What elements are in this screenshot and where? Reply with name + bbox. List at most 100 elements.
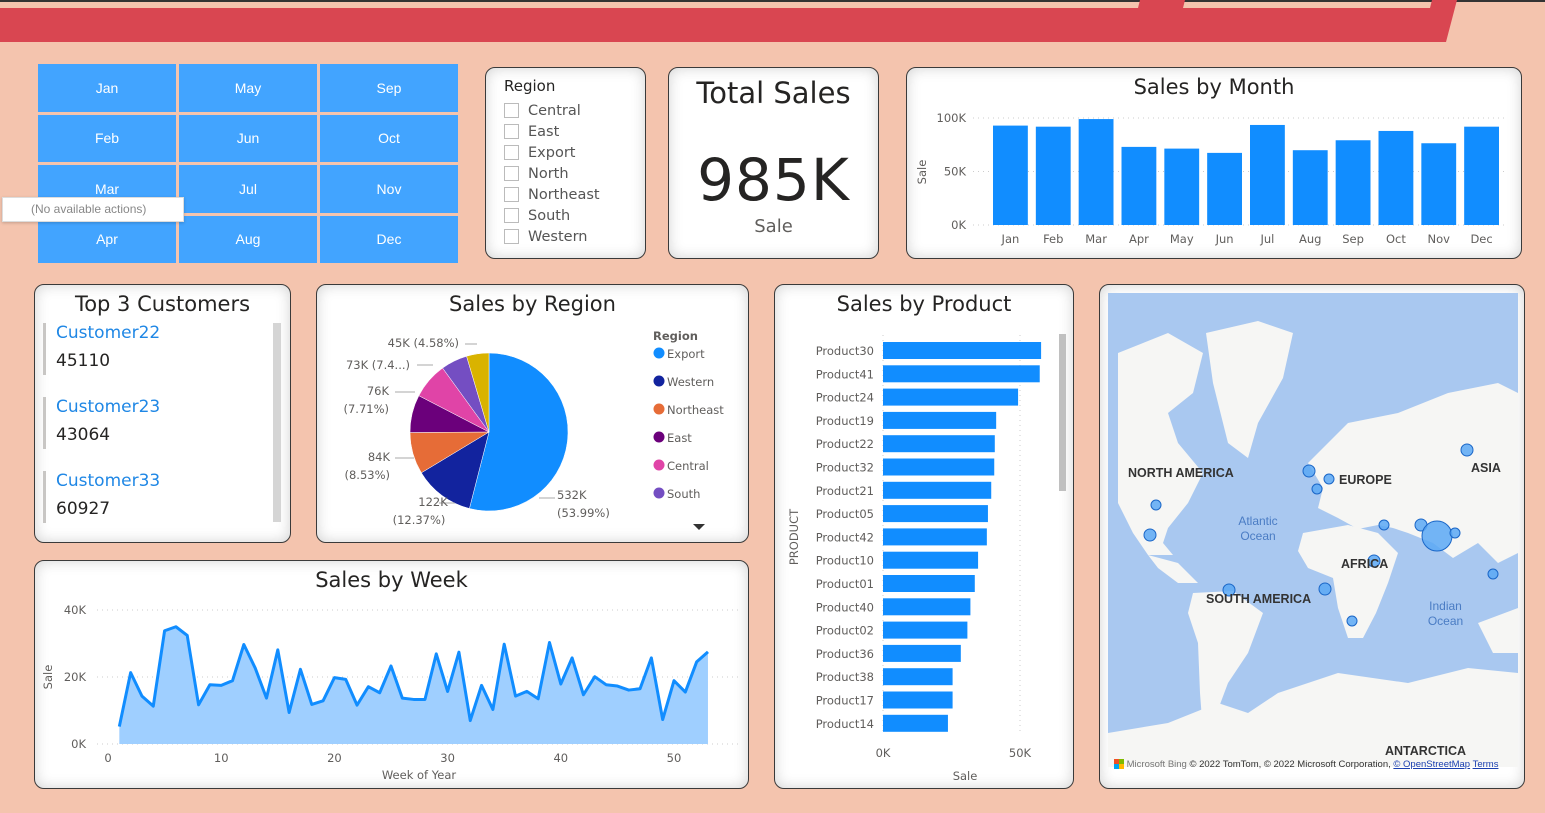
map-bubble xyxy=(1302,464,1316,478)
world-map[interactable]: NORTH AMERICA EUROPE ASIA AFRICA SOUTH A… xyxy=(1108,293,1518,770)
x-tick-label: 0 xyxy=(104,751,111,765)
bar-product22 xyxy=(883,435,995,453)
bar-product38 xyxy=(883,668,953,686)
x-tick-label: May xyxy=(1170,232,1194,246)
legend-marker-export xyxy=(653,347,665,359)
region-option-north[interactable]: North xyxy=(504,163,600,184)
region-option-label: Central xyxy=(528,102,581,119)
sales-by-week-card: Sales by Week 0K 20K 40K 0 10 20 30 40 50 Week of… xyxy=(34,560,749,789)
legend-scroll-down-icon xyxy=(693,524,705,530)
scrollbar[interactable] xyxy=(273,323,281,522)
checkbox[interactable] xyxy=(504,208,519,223)
region-option-northeast[interactable]: Northeast xyxy=(504,184,600,205)
x-tick-label: Sep xyxy=(1342,232,1364,246)
bar-mar xyxy=(1078,119,1114,225)
month-button-feb[interactable]: Feb xyxy=(38,114,176,162)
central-america-land xyxy=(1148,555,1198,583)
header-banner xyxy=(0,0,1457,42)
bar-product40 xyxy=(883,598,971,616)
y-tick-label: Product21 xyxy=(816,484,874,498)
month-button-sep[interactable]: Sep xyxy=(320,64,458,112)
y-tick-label: Product30 xyxy=(816,344,874,358)
map-bubble xyxy=(1378,519,1390,531)
data-label: (53.99%) xyxy=(557,506,610,520)
greenland xyxy=(1206,321,1293,458)
customer-name[interactable]: Customer33 xyxy=(56,471,160,499)
region-option-south[interactable]: South xyxy=(504,205,600,226)
month-button-apr[interactable]: Apr xyxy=(38,215,176,263)
y-tick-label: Product01 xyxy=(816,577,874,591)
y-tick-label: Product14 xyxy=(816,717,874,731)
month-button-dec[interactable]: Dec xyxy=(320,215,458,263)
region-option-label: East xyxy=(528,123,560,140)
data-label: (8.53%) xyxy=(344,468,390,482)
month-button-nov[interactable]: Nov xyxy=(320,165,458,213)
x-tick-label: 40 xyxy=(553,751,568,765)
map-bubble xyxy=(1143,528,1157,542)
map-label-indian: Indian Ocean xyxy=(1427,599,1464,628)
bar-sep xyxy=(1335,140,1371,225)
map-label-africa: AFRICA xyxy=(1341,557,1389,571)
y-tick-label: Product36 xyxy=(816,647,874,661)
sales-by-week-chart: 0K 20K 40K 0 10 20 30 40 50 Week of Year Sale xyxy=(41,603,740,782)
y-tick-label: Product19 xyxy=(816,414,874,428)
checkbox[interactable] xyxy=(504,229,519,244)
bar-oct xyxy=(1378,130,1414,225)
region-option-label: Western xyxy=(528,228,588,245)
checkbox[interactable] xyxy=(504,145,519,160)
x-tick-label: Dec xyxy=(1470,232,1492,246)
legend-item-east: East xyxy=(667,431,692,445)
month-button-may[interactable]: May xyxy=(179,64,317,112)
x-tick-label: 10 xyxy=(214,751,229,765)
x-tick-label: Nov xyxy=(1428,232,1451,246)
month-button-aug[interactable]: Aug xyxy=(179,215,317,263)
bar-product30 xyxy=(883,342,1042,359)
legend-marker-northeast xyxy=(653,403,665,415)
customer-value: 60927 xyxy=(56,499,111,519)
x-tick-label: Jan xyxy=(1001,232,1020,246)
checkbox[interactable] xyxy=(504,187,519,202)
y-tick-label: 40K xyxy=(64,603,87,617)
month-button-oct[interactable]: Oct xyxy=(320,114,458,162)
month-button-jun[interactable]: Jun xyxy=(179,114,317,162)
region-option-western[interactable]: Western xyxy=(504,226,600,247)
product-scrollbar[interactable] xyxy=(1059,334,1066,491)
sales-by-product-card: Sales by Product 0K 50K Product30 Product41… xyxy=(774,284,1074,789)
kpi-label: Sale xyxy=(754,216,793,237)
data-label: 84K xyxy=(368,450,391,464)
top-customers-title: Top 3 Customers xyxy=(74,292,251,316)
checkbox[interactable] xyxy=(504,166,519,181)
y-axis-label: Sale xyxy=(41,665,55,690)
region-option-central[interactable]: Central xyxy=(504,100,600,121)
map-attribution: Microsoft Bing © 2022 TomTom, © 2022 Mic… xyxy=(1114,759,1498,770)
legend-item-northeast: Northeast xyxy=(667,403,724,417)
north-america-land xyxy=(1118,333,1203,555)
terms-link[interactable]: Terms xyxy=(1473,759,1499,770)
region-option-east[interactable]: East xyxy=(504,121,600,142)
checkbox[interactable] xyxy=(504,124,519,139)
customer-item: Customer33 60927 xyxy=(43,471,160,523)
openstreetmap-link[interactable]: © OpenStreetMap xyxy=(1393,759,1470,770)
region-option-label: Northeast xyxy=(528,186,600,203)
map-bubble xyxy=(1460,443,1474,457)
region-option-export[interactable]: Export xyxy=(504,142,600,163)
month-button-jan[interactable]: Jan xyxy=(38,64,176,112)
bar-may xyxy=(1164,148,1200,225)
bar-jan xyxy=(993,125,1028,225)
region-option-label: Export xyxy=(528,144,576,161)
customer-value: 45110 xyxy=(56,351,111,371)
legend-marker-east xyxy=(653,431,665,443)
bar-product14 xyxy=(883,714,948,732)
map-bubble xyxy=(1346,615,1358,627)
x-tick-label: Jun xyxy=(1215,232,1234,246)
month-slicer: Jan May Sep Feb Jun Oct Mar Jul Nov Apr Aug Dec xyxy=(38,64,458,263)
bing-brand: Microsoft Bing xyxy=(1126,759,1187,770)
month-button-jul[interactable]: Jul xyxy=(179,165,317,213)
y-tick-label: Product42 xyxy=(816,530,874,544)
checkbox[interactable] xyxy=(504,103,519,118)
customer-name[interactable]: Customer23 xyxy=(56,397,160,425)
customer-name[interactable]: Customer22 xyxy=(56,323,160,351)
map-bubble xyxy=(1311,483,1323,495)
y-tick-label: 0K xyxy=(951,218,966,232)
bar-product41 xyxy=(883,365,1040,383)
